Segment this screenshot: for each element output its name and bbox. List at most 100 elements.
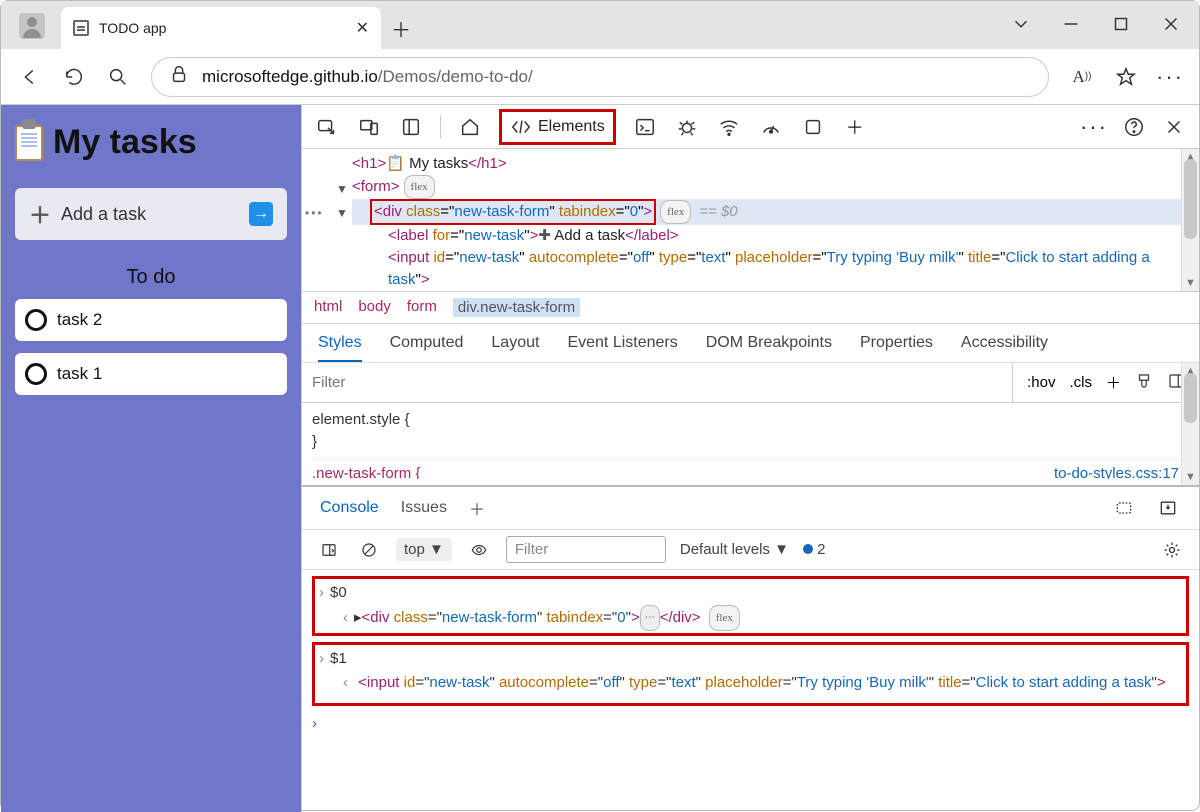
- checkbox-circle-icon[interactable]: [25, 363, 47, 385]
- dom-node[interactable]: <input id="new-task" autocomplete="off" …: [352, 247, 1199, 291]
- clear-console-icon[interactable]: [356, 537, 382, 563]
- inspect-element-icon[interactable]: [314, 114, 340, 140]
- tab-computed[interactable]: Computed: [390, 334, 464, 352]
- elements-tab-label: Elements: [538, 118, 605, 136]
- separator: [440, 115, 441, 139]
- task-label: task 2: [57, 310, 102, 330]
- flex-badge[interactable]: flex: [404, 175, 435, 199]
- console-filter-input[interactable]: Filter: [506, 536, 666, 563]
- issues-counter[interactable]: 2: [803, 541, 826, 558]
- welcome-icon[interactable]: [457, 114, 483, 140]
- breadcrumb[interactable]: html body form div.new-task-form: [302, 291, 1199, 324]
- url-field[interactable]: microsoftedge.github.io/Demos/demo-to-do…: [151, 57, 1049, 97]
- styles-pane[interactable]: element.style { } .new-task-form { to-do…: [302, 403, 1199, 485]
- close-tab-icon[interactable]: ✕: [356, 18, 369, 38]
- dollar-zero-hint: == $0: [699, 203, 737, 220]
- add-task-label: Add a task: [61, 204, 146, 225]
- more-drawer-tabs-icon[interactable]: ＋: [469, 496, 485, 520]
- close-devtools-icon[interactable]: [1161, 114, 1187, 140]
- console-input-line: $1: [330, 650, 347, 667]
- styles-filter-bar: :hov .cls ＋: [302, 363, 1199, 403]
- dock-icon[interactable]: [1111, 495, 1137, 521]
- console-icon[interactable]: [632, 114, 658, 140]
- more-tabs-icon[interactable]: ＋: [842, 114, 868, 140]
- minimize-button[interactable]: [1048, 8, 1094, 40]
- dom-node[interactable]: <label for="new-task">✚ Add a task</labe…: [352, 225, 1199, 247]
- add-task-input[interactable]: ＋ Add a task →: [15, 188, 287, 240]
- performance-icon[interactable]: [758, 114, 784, 140]
- help-icon[interactable]: [1121, 114, 1147, 140]
- settings-more-icon[interactable]: ···: [1081, 114, 1107, 140]
- browser-tab[interactable]: TODO app ✕: [61, 7, 381, 49]
- dom-node[interactable]: ▼<form>flex: [352, 175, 1199, 199]
- styles-tab-bar: Styles Computed Layout Event Listeners D…: [302, 324, 1199, 363]
- new-style-rule-icon[interactable]: ＋: [1106, 372, 1121, 393]
- page-heading: My tasks: [15, 123, 287, 162]
- search-icon[interactable]: [107, 66, 129, 88]
- devtools-panel: Elements ＋ ··· <h1>📋 My tasks</h1> ▼<for…: [301, 105, 1199, 812]
- console-toolbar: top ▼ Filter Default levels ▼ 2: [302, 529, 1199, 570]
- tab-dom-breakpoints[interactable]: DOM Breakpoints: [706, 334, 832, 352]
- task-label: task 1: [57, 364, 102, 384]
- page-heading-text: My tasks: [53, 123, 197, 162]
- task-item[interactable]: task 1: [15, 353, 287, 395]
- tab-layout[interactable]: Layout: [491, 334, 539, 352]
- checkbox-circle-icon[interactable]: [25, 309, 47, 331]
- lock-icon: [168, 63, 190, 90]
- devtools-toolbar: Elements ＋ ···: [302, 105, 1199, 149]
- maximize-button[interactable]: [1098, 8, 1144, 40]
- tab-console[interactable]: Console: [320, 499, 379, 517]
- tab-title: TODO app: [99, 20, 346, 36]
- sources-bug-icon[interactable]: [674, 114, 700, 140]
- hov-toggle[interactable]: :hov: [1027, 374, 1055, 391]
- network-icon[interactable]: [716, 114, 742, 140]
- flex-badge[interactable]: flex: [660, 200, 691, 224]
- tab-accessibility[interactable]: Accessibility: [961, 334, 1048, 352]
- memory-icon[interactable]: [800, 114, 826, 140]
- cls-toggle[interactable]: .cls: [1069, 374, 1092, 391]
- tab-styles[interactable]: Styles: [318, 334, 362, 362]
- scrollbar[interactable]: ▲▼: [1181, 363, 1199, 485]
- section-heading: To do: [15, 266, 287, 289]
- console-output[interactable]: ›$0 ‹▸<div class="new-task-form" tabinde…: [302, 570, 1199, 742]
- crumb[interactable]: form: [407, 298, 437, 317]
- profile-avatar-icon[interactable]: [19, 13, 45, 39]
- tab-issues[interactable]: Issues: [401, 499, 447, 517]
- expand-drawer-icon[interactable]: [1155, 495, 1181, 521]
- more-icon[interactable]: ···: [1159, 66, 1181, 88]
- caret-down-icon[interactable]: [998, 8, 1044, 40]
- context-selector[interactable]: top ▼: [396, 538, 452, 561]
- read-aloud-icon[interactable]: A)): [1071, 66, 1093, 88]
- submit-arrow-icon[interactable]: →: [249, 202, 273, 226]
- console-entry: ›$1 ‹ <input id="new-task" autocomplete=…: [312, 642, 1189, 706]
- style-selector: .new-task-form {: [312, 465, 420, 479]
- tab-event-listeners[interactable]: Event Listeners: [567, 334, 677, 352]
- close-window-button[interactable]: [1148, 8, 1194, 40]
- live-expression-icon[interactable]: [466, 537, 492, 563]
- crumb-active[interactable]: div.new-task-form: [453, 298, 580, 317]
- tab-properties[interactable]: Properties: [860, 334, 933, 352]
- dom-node-selected[interactable]: ▼<div class="new-task-form" tabindex="0"…: [352, 199, 1199, 225]
- crumb[interactable]: html: [314, 298, 342, 317]
- task-item[interactable]: task 2: [15, 299, 287, 341]
- device-toolbar-icon[interactable]: [356, 114, 382, 140]
- rendered-page: My tasks ＋ Add a task → To do task 2 tas…: [1, 105, 301, 812]
- elements-tab[interactable]: Elements: [499, 109, 616, 145]
- scrollbar[interactable]: ▲▼: [1181, 149, 1199, 291]
- dom-tree[interactable]: <h1>📋 My tasks</h1> ▼<form>flex ▼<div cl…: [302, 149, 1199, 291]
- log-levels-selector[interactable]: Default levels ▼: [680, 541, 789, 558]
- address-bar: microsoftedge.github.io/Demos/demo-to-do…: [1, 49, 1199, 105]
- favorite-icon[interactable]: [1115, 66, 1137, 88]
- dom-node[interactable]: <h1>📋 My tasks</h1>: [352, 153, 1199, 175]
- crumb[interactable]: body: [358, 298, 391, 317]
- console-sidebar-icon[interactable]: [316, 537, 342, 563]
- brush-icon[interactable]: [1135, 372, 1153, 394]
- styles-filter-input[interactable]: [302, 374, 1012, 391]
- plus-icon: ＋: [29, 198, 51, 230]
- refresh-button[interactable]: [63, 66, 85, 88]
- console-settings-icon[interactable]: [1159, 537, 1185, 563]
- new-tab-button[interactable]: ＋: [381, 7, 421, 49]
- back-button[interactable]: [19, 66, 41, 88]
- panel-layout-icon[interactable]: [398, 114, 424, 140]
- style-source-link[interactable]: to-do-styles.css:17: [1054, 463, 1179, 479]
